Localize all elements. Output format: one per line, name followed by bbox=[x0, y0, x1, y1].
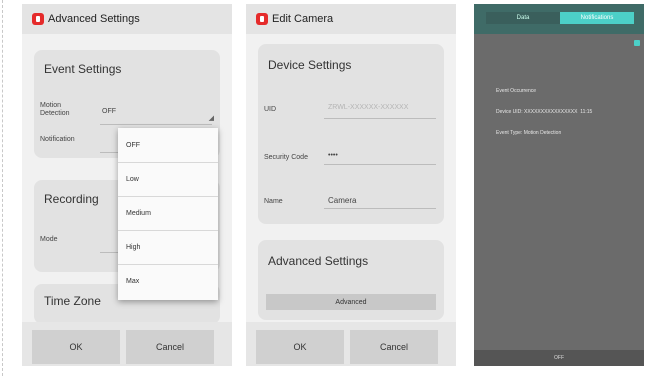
sensitivity-dropdown-menu: OFF Low Medium High Max bbox=[118, 128, 218, 300]
tab-bar: Data Notifications bbox=[474, 4, 644, 34]
device-settings-card: Device Settings UID ZRWL-XXXXXX-XXXXXX S… bbox=[258, 44, 444, 224]
lock-icon[interactable] bbox=[634, 40, 640, 46]
screen-title: Advanced Settings bbox=[48, 13, 140, 25]
log-line: Device UID: XXXXXXXXXXXXXXXX 11:15 bbox=[496, 109, 593, 115]
app-logo-icon bbox=[256, 13, 268, 25]
divider bbox=[100, 124, 212, 125]
dropdown-option-high[interactable]: High bbox=[126, 244, 140, 251]
edit-camera-screen: Edit Camera Device Settings UID ZRWL-XXX… bbox=[246, 4, 456, 366]
device-settings-title: Device Settings bbox=[268, 58, 352, 72]
advanced-settings-title: Advanced Settings bbox=[268, 254, 369, 268]
motion-detection-label: Motion Detection bbox=[40, 102, 70, 117]
log-line: Event Occurrence bbox=[496, 88, 537, 94]
notification-label: Notification bbox=[40, 136, 75, 143]
motion-detection-caret-icon[interactable]: ◢ bbox=[209, 114, 214, 122]
dropdown-option-low[interactable]: Low bbox=[126, 176, 139, 183]
log-line: Event Type: Motion Detection bbox=[496, 130, 562, 136]
name-field[interactable]: Camera bbox=[328, 196, 356, 205]
notification-log: Event Occurrence Device UID: XXXXXXXXXXX… bbox=[496, 74, 592, 151]
event-settings-title: Event Settings bbox=[44, 62, 122, 76]
tab-data[interactable]: Data bbox=[486, 12, 560, 24]
divider bbox=[324, 208, 436, 209]
security-code-label: Security Code bbox=[264, 154, 308, 161]
mode-label: Mode bbox=[40, 236, 58, 243]
option-divider bbox=[118, 264, 218, 265]
time-zone-title: Time Zone bbox=[44, 294, 101, 308]
tab-notifications[interactable]: Notifications bbox=[560, 12, 634, 24]
uid-field[interactable]: ZRWL-XXXXXX-XXXXXX bbox=[328, 104, 408, 111]
name-label: Name bbox=[264, 198, 283, 205]
cancel-button[interactable]: Cancel bbox=[126, 330, 214, 364]
recording-title: Recording bbox=[44, 192, 99, 206]
notifications-screen: Data Notifications Event Occurrence Devi… bbox=[474, 4, 644, 366]
margin-line bbox=[2, 0, 3, 376]
divider bbox=[324, 164, 436, 165]
motion-detection-value[interactable]: OFF bbox=[102, 108, 116, 115]
ok-button[interactable]: OK bbox=[32, 330, 120, 364]
option-divider bbox=[118, 196, 218, 197]
option-divider bbox=[118, 162, 218, 163]
title-bar: Advanced Settings bbox=[22, 4, 232, 34]
advanced-settings-screen: Advanced Settings Event Settings Motion … bbox=[22, 4, 232, 366]
advanced-settings-card: Advanced Settings Advanced bbox=[258, 240, 444, 320]
option-divider bbox=[118, 230, 218, 231]
screen-title: Edit Camera bbox=[272, 13, 334, 25]
advanced-button[interactable]: Advanced bbox=[266, 294, 436, 310]
divider bbox=[324, 118, 436, 119]
dropdown-option-max[interactable]: Max bbox=[126, 278, 139, 285]
security-code-field[interactable]: •••• bbox=[328, 152, 338, 159]
title-bar: Edit Camera bbox=[246, 4, 456, 34]
cancel-button[interactable]: Cancel bbox=[350, 330, 438, 364]
dropdown-option-medium[interactable]: Medium bbox=[126, 210, 151, 217]
footer-label: OFF bbox=[474, 350, 644, 366]
ok-button[interactable]: OK bbox=[256, 330, 344, 364]
dropdown-option-off[interactable]: OFF bbox=[126, 142, 140, 149]
app-logo-icon bbox=[32, 13, 44, 25]
uid-label: UID bbox=[264, 106, 277, 113]
